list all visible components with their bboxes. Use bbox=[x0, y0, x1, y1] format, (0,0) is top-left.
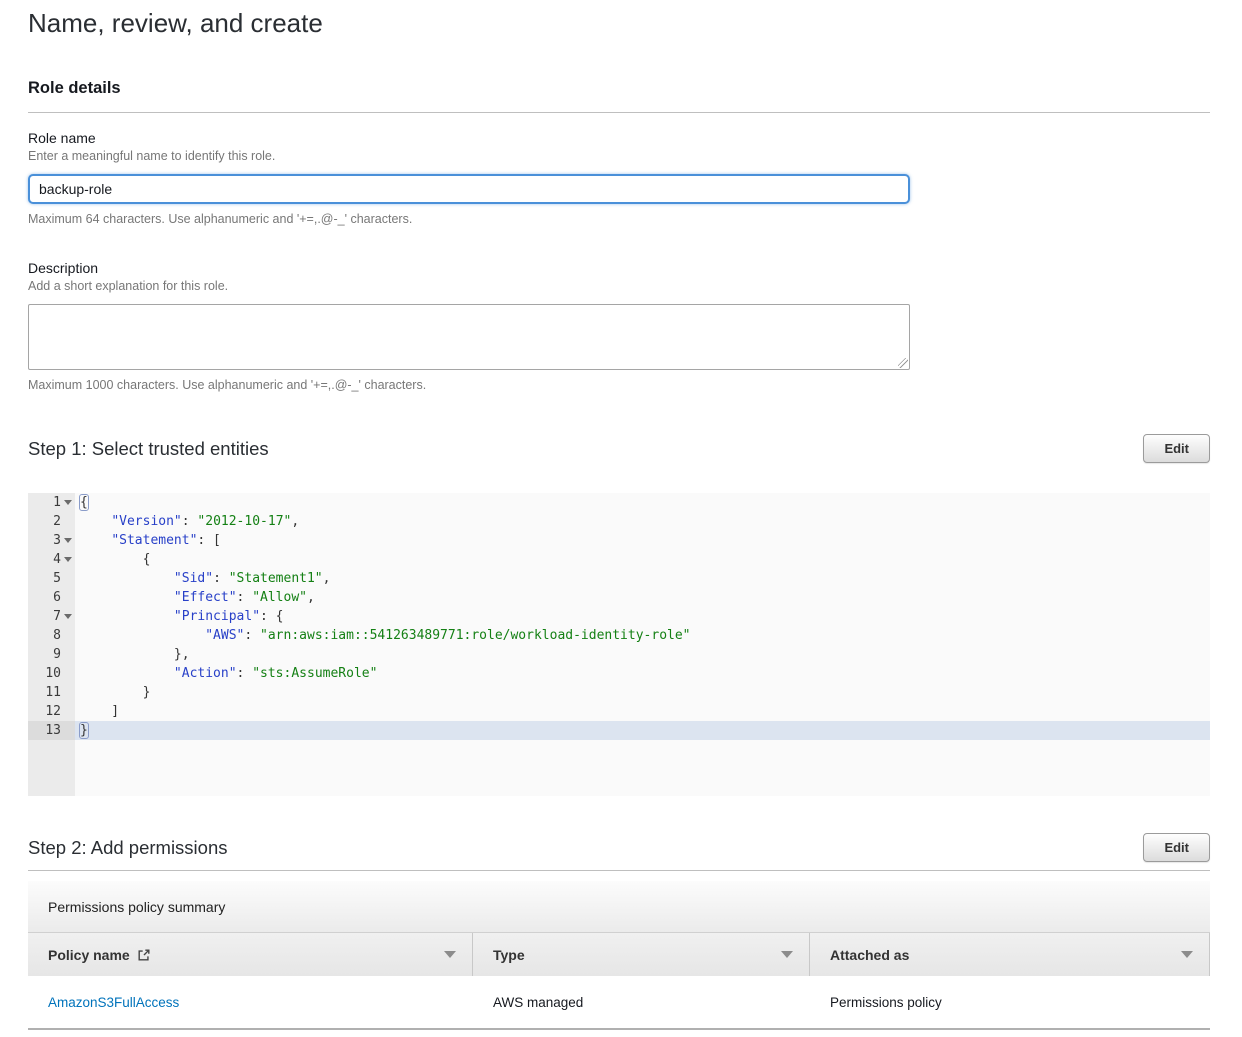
column-header-type[interactable]: Type bbox=[473, 933, 810, 976]
code-line[interactable]: { bbox=[80, 550, 1210, 569]
line-number: 7 bbox=[53, 607, 61, 626]
line-number: 10 bbox=[45, 664, 61, 683]
description-input[interactable] bbox=[28, 304, 910, 370]
code-line[interactable]: "Version": "2012-10-17", bbox=[80, 512, 1210, 531]
code-line[interactable]: } bbox=[75, 721, 1210, 740]
step2-heading: Step 2: Add permissions bbox=[28, 837, 228, 859]
resize-handle[interactable] bbox=[898, 358, 908, 368]
table-row: AmazonS3FullAccess AWS managed Permissio… bbox=[28, 976, 1210, 1030]
fold-icon[interactable] bbox=[64, 557, 72, 562]
role-details-heading: Role details bbox=[28, 79, 1210, 98]
line-number: 11 bbox=[45, 683, 61, 702]
line-number: 12 bbox=[45, 702, 61, 721]
line-number: 2 bbox=[53, 512, 61, 531]
permissions-panel: Permissions policy summary Policy name T… bbox=[28, 881, 1210, 1030]
editor-gutter: 12345678910111213 bbox=[28, 493, 75, 796]
role-name-help: Enter a meaningful name to identify this… bbox=[28, 149, 1210, 163]
policy-name-filter-icon[interactable] bbox=[444, 951, 456, 958]
code-line[interactable]: "Statement": [ bbox=[80, 531, 1210, 550]
code-line[interactable]: "AWS": "arn:aws:iam::541263489771:role/w… bbox=[80, 626, 1210, 645]
description-label: Description bbox=[28, 260, 1210, 276]
policy-name-link[interactable]: AmazonS3FullAccess bbox=[48, 995, 179, 1010]
line-number: 13 bbox=[45, 721, 61, 740]
line-number: 9 bbox=[53, 645, 61, 664]
step2-header-row: Step 2: Add permissions Edit bbox=[28, 833, 1210, 862]
external-link-icon bbox=[137, 948, 151, 962]
line-number: 8 bbox=[53, 626, 61, 645]
step1-edit-button[interactable]: Edit bbox=[1143, 434, 1210, 463]
permissions-panel-title: Permissions policy summary bbox=[28, 881, 1210, 933]
step1-heading: Step 1: Select trusted entities bbox=[28, 438, 269, 460]
fold-icon[interactable] bbox=[64, 538, 72, 543]
attached-as-filter-icon[interactable] bbox=[1181, 951, 1193, 958]
code-line[interactable]: ] bbox=[80, 702, 1210, 721]
role-name-field: Role name Enter a meaningful name to ide… bbox=[28, 130, 1210, 226]
code-line[interactable]: "Sid": "Statement1", bbox=[80, 569, 1210, 588]
step2-edit-button[interactable]: Edit bbox=[1143, 833, 1210, 862]
line-number: 4 bbox=[53, 550, 61, 569]
trust-policy-editor[interactable]: 12345678910111213 { "Version": "2012-10-… bbox=[28, 493, 1210, 796]
column-header-policy-name[interactable]: Policy name bbox=[28, 933, 473, 976]
role-name-constraint: Maximum 64 characters. Use alphanumeric … bbox=[28, 212, 1210, 226]
code-line[interactable]: }, bbox=[80, 645, 1210, 664]
attached-as-cell: Permissions policy bbox=[810, 995, 1210, 1010]
role-name-input[interactable] bbox=[28, 174, 910, 204]
description-field: Description Add a short explanation for … bbox=[28, 260, 1210, 392]
fold-icon[interactable] bbox=[64, 614, 72, 619]
role-name-label: Role name bbox=[28, 130, 1210, 146]
line-number: 6 bbox=[53, 588, 61, 607]
fold-icon[interactable] bbox=[64, 500, 72, 505]
type-filter-icon[interactable] bbox=[781, 951, 793, 958]
step1-header-row: Step 1: Select trusted entities Edit bbox=[28, 434, 1210, 463]
role-details-divider bbox=[28, 112, 1210, 113]
name-review-create-page: Name, review, and create Role details Ro… bbox=[0, 0, 1242, 1030]
editor-content[interactable]: { "Version": "2012-10-17", "Statement": … bbox=[75, 493, 1210, 796]
description-constraint: Maximum 1000 characters. Use alphanumeri… bbox=[28, 378, 1210, 392]
column-header-attached-as[interactable]: Attached as bbox=[810, 933, 1210, 976]
line-number: 3 bbox=[53, 531, 61, 550]
code-line[interactable]: "Action": "sts:AssumeRole" bbox=[80, 664, 1210, 683]
policy-type-cell: AWS managed bbox=[473, 995, 810, 1010]
line-number: 1 bbox=[53, 493, 61, 512]
step2-divider bbox=[28, 870, 1210, 871]
page-title: Name, review, and create bbox=[28, 8, 1210, 39]
description-help: Add a short explanation for this role. bbox=[28, 279, 1210, 293]
line-number: 5 bbox=[53, 569, 61, 588]
code-line[interactable]: { bbox=[80, 493, 1210, 512]
code-line[interactable]: "Effect": "Allow", bbox=[80, 588, 1210, 607]
code-line[interactable]: "Principal": { bbox=[80, 607, 1210, 626]
code-line[interactable]: } bbox=[80, 683, 1210, 702]
permissions-table-header: Policy name Type Attached as bbox=[28, 933, 1210, 976]
